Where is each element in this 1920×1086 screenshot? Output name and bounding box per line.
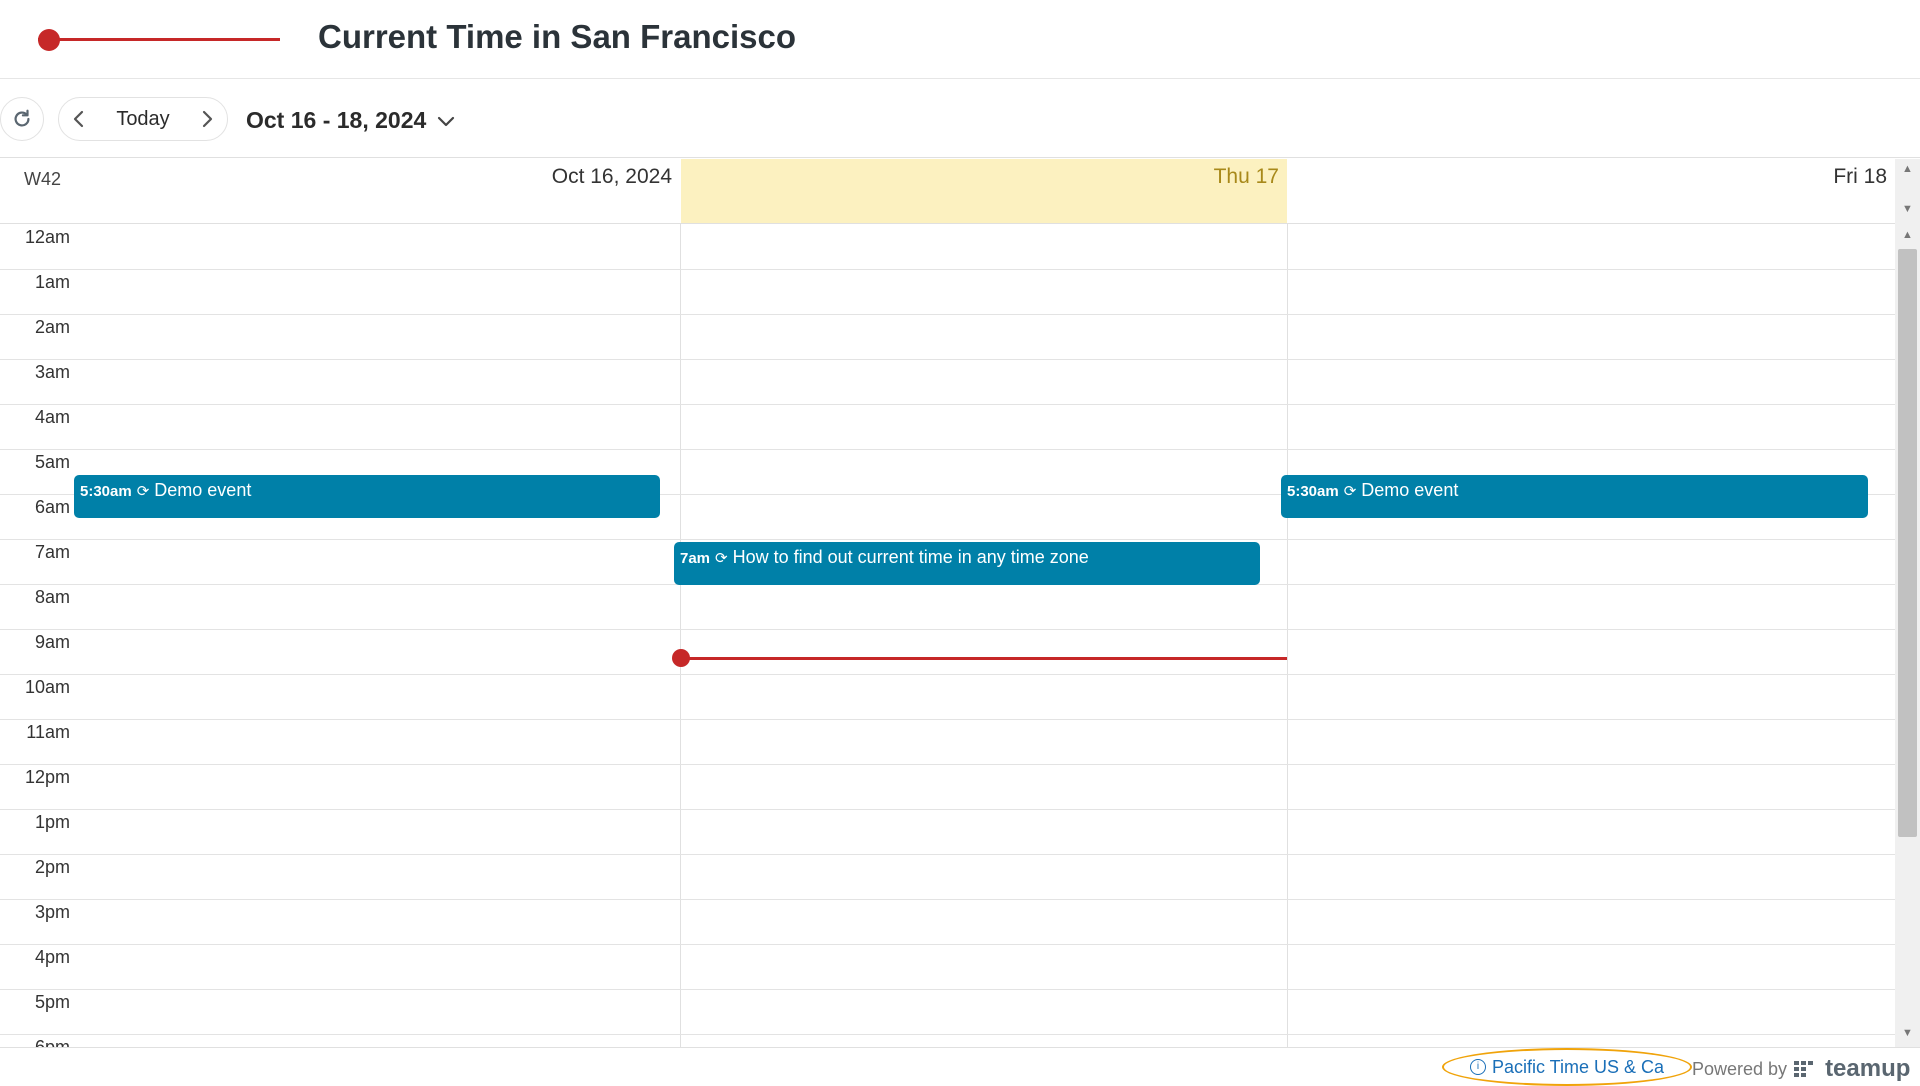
scroll-down-arrow[interactable]: ▼ xyxy=(1895,203,1920,215)
timezone-label: Pacific Time US & Ca xyxy=(1491,1056,1665,1077)
logo-dot xyxy=(38,29,60,51)
teamup-logo-icon xyxy=(1794,1061,1814,1077)
time-grid[interactable]: 12am 1am 2am 3am 4am 5am 6am 7am 8am 9am 10am 11am 1… xyxy=(0,224,1895,1047)
hour-line xyxy=(0,719,1895,720)
previous-button[interactable] xyxy=(59,98,99,140)
repeat-icon: ⟳ xyxy=(136,482,150,500)
date-range-label: Oct 16 - 18, 2024 xyxy=(246,107,427,133)
hour-label: 6am xyxy=(34,497,70,517)
refresh-button[interactable] xyxy=(0,97,44,141)
hour-label: 7am xyxy=(34,542,70,562)
hour-label: 6pm xyxy=(34,1037,70,1047)
hour-label: 12am xyxy=(24,227,70,247)
column-divider xyxy=(1287,224,1288,1047)
hour-label: 5am xyxy=(34,452,70,472)
hour-label: 2pm xyxy=(34,857,70,877)
info-icon: i xyxy=(1469,1059,1486,1075)
calendar-grid: W42 Oct 16, 2024 Thu 17 Fri 18 12am 1am 2a… xyxy=(0,159,1920,1047)
calendar-event[interactable]: 7am ⟳ How to find out current time in any … xyxy=(674,542,1260,585)
event-title: Demo event xyxy=(1361,479,1459,500)
day-header[interactable]: Fri 18 xyxy=(1288,159,1895,223)
page-title: Current Time in San Francisco xyxy=(318,18,797,55)
hour-label: 10am xyxy=(24,677,70,697)
hour-line xyxy=(0,944,1895,945)
hour-line xyxy=(0,1034,1895,1035)
repeat-icon: ⟳ xyxy=(1343,482,1357,500)
powered-by[interactable]: Powered by teamup xyxy=(1692,1055,1910,1083)
hour-line xyxy=(0,449,1895,450)
app-header: Current Time in San Francisco xyxy=(0,0,1920,79)
current-time-dot xyxy=(672,649,690,668)
timezone-link[interactable]: i Pacific Time US & Ca xyxy=(1442,1048,1692,1086)
hour-label: 3pm xyxy=(34,902,70,922)
scroll-up-arrow[interactable]: ▲ xyxy=(1895,163,1920,175)
toolbar: Today Oct 16 - 18, 2024 xyxy=(0,80,1920,158)
powered-by-label: Powered by xyxy=(1692,1058,1788,1079)
hour-line xyxy=(0,314,1895,315)
hour-line xyxy=(0,404,1895,405)
hour-label: 2am xyxy=(34,317,70,337)
hour-label: 1am xyxy=(34,272,70,292)
refresh-icon xyxy=(14,109,30,127)
calendar-event[interactable]: 5:30am ⟳ Demo event xyxy=(74,474,660,518)
scroll-down-arrow[interactable]: ▼ xyxy=(1895,1027,1920,1039)
hour-label: 4pm xyxy=(34,947,70,967)
date-range-selector[interactable]: Oct 16 - 18, 2024 xyxy=(246,107,456,134)
hour-line xyxy=(0,674,1895,675)
hour-label: 4am xyxy=(34,407,70,427)
repeat-icon: ⟳ xyxy=(715,550,728,567)
chevron-left-icon xyxy=(73,110,84,128)
current-time-line xyxy=(681,657,1287,661)
hour-line xyxy=(0,359,1895,360)
brand-name: teamup xyxy=(1825,1055,1911,1082)
hour-line xyxy=(0,989,1895,990)
event-time: 5:30am xyxy=(1287,482,1339,500)
calendar-scrollbar[interactable]: ▲ ▼ ▲ ▼ xyxy=(1895,159,1920,1047)
column-divider xyxy=(680,224,681,1047)
chevron-down-icon xyxy=(438,116,455,126)
hour-line xyxy=(0,809,1895,810)
hour-label: 12pm xyxy=(24,767,70,787)
event-time: 5:30am xyxy=(80,482,132,500)
scrollbar-thumb[interactable] xyxy=(1898,249,1917,837)
hour-line xyxy=(0,764,1895,765)
calendar-event[interactable]: 5:30am ⟳ Demo event xyxy=(1281,474,1868,518)
hour-label: 1pm xyxy=(34,812,70,832)
hour-line xyxy=(0,269,1895,270)
scroll-up-arrow[interactable]: ▲ xyxy=(1895,229,1920,241)
hour-label: 11am xyxy=(26,722,70,742)
day-header[interactable]: Oct 16, 2024 xyxy=(0,159,680,223)
day-header[interactable]: Thu 17 xyxy=(681,159,1287,223)
event-title: Demo event xyxy=(154,479,252,500)
logo-line xyxy=(38,38,280,41)
today-button[interactable]: Today xyxy=(99,108,187,131)
day-header-row: W42 Oct 16, 2024 Thu 17 Fri 18 xyxy=(0,159,1895,224)
next-button[interactable] xyxy=(187,98,227,140)
event-title: How to find out current time in any time… xyxy=(732,547,1089,567)
hour-label: 5pm xyxy=(34,992,70,1012)
footer: i Pacific Time US & Ca Powered by teamup xyxy=(0,1047,1920,1086)
hour-line xyxy=(0,854,1895,855)
chevron-right-icon xyxy=(202,110,213,128)
hour-label: 8am xyxy=(34,587,70,607)
hour-line xyxy=(0,899,1895,900)
hour-line xyxy=(0,629,1895,630)
date-navigation: Today xyxy=(58,97,228,141)
hour-line xyxy=(0,539,1895,540)
hour-label: 9am xyxy=(34,632,70,652)
hour-label: 3am xyxy=(34,362,70,382)
event-time: 7am xyxy=(680,550,711,567)
